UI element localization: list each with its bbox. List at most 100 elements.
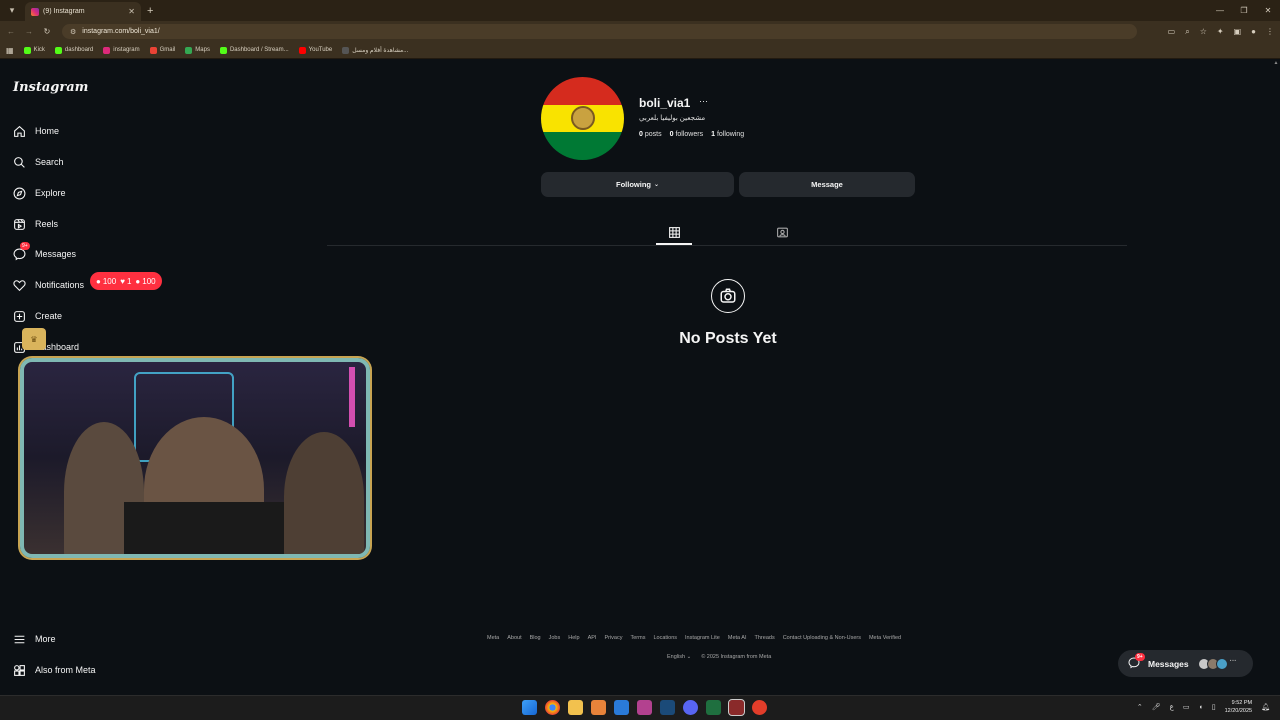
footer-link[interactable]: Contact Uploading & Non-Users xyxy=(783,635,861,641)
battery-icon[interactable]: ▯ xyxy=(1212,703,1216,711)
clock-date: 12/20/2025 xyxy=(1224,708,1253,714)
chrome-icon[interactable] xyxy=(545,700,560,715)
notification-bell-icon[interactable]: 🔔︎ xyxy=(1261,703,1270,711)
message-button[interactable]: Message xyxy=(739,172,915,197)
instagram-logo[interactable]: Instagram xyxy=(13,80,88,95)
followers-stat[interactable]: 0 followers xyxy=(670,131,703,138)
windows-start-icon[interactable] xyxy=(522,700,537,715)
close-tab-icon[interactable]: ✕ xyxy=(128,7,135,16)
profile-icon[interactable]: ● xyxy=(1251,27,1256,37)
footer-link[interactable]: Privacy xyxy=(604,635,622,641)
volume-icon[interactable]: ◖ xyxy=(1198,704,1202,711)
extension-icon[interactable]: ✦ xyxy=(1217,27,1224,37)
new-tab-icon[interactable]: + xyxy=(147,5,153,17)
bookmark-label: Gmail xyxy=(159,47,176,53)
microphone-icon[interactable]: 🎤︎ xyxy=(1152,703,1161,711)
bookmark-maps[interactable]: Maps xyxy=(185,46,210,54)
minimize-icon[interactable]: — xyxy=(1208,0,1232,21)
sidebar-item-create[interactable]: Create xyxy=(12,306,62,326)
sidebar-item-more[interactable]: More xyxy=(12,629,56,649)
bookmark-gmail[interactable]: Gmail xyxy=(149,46,176,54)
sidebar-item-label: Reels xyxy=(35,219,59,229)
bookmark-instagram[interactable]: instagram xyxy=(103,46,140,54)
profile-avatar[interactable] xyxy=(541,77,624,160)
footer-link[interactable]: Meta AI xyxy=(728,635,747,641)
bookmark-stream-dashboard[interactable]: Dashboard / Stream... xyxy=(219,46,289,54)
sidebar-item-label: Create xyxy=(35,311,63,321)
sidebar-item-notifications[interactable]: Notifications xyxy=(12,275,84,295)
footer-link[interactable]: Terms xyxy=(630,635,645,641)
sidebar-item-label: Also from Meta xyxy=(35,665,96,675)
discord-icon[interactable] xyxy=(683,700,698,715)
bookmark-dashboard[interactable]: dashboard xyxy=(54,46,93,54)
bookmark-kick[interactable]: Kick xyxy=(23,46,45,54)
reels-icon xyxy=(12,217,26,231)
address-bar[interactable]: ⚙ instagram.com/boli_via1/ xyxy=(62,24,1137,39)
site-icon xyxy=(342,46,350,54)
extensions-puzzle-icon[interactable]: ▣ xyxy=(1234,27,1242,37)
footer-link[interactable]: About xyxy=(507,635,521,641)
app-icon[interactable] xyxy=(706,700,721,715)
cast-icon[interactable]: ▭ xyxy=(1168,27,1176,37)
network-icon[interactable]: ▭ xyxy=(1183,703,1190,711)
heart-icon: ♥ xyxy=(120,276,125,286)
footer-link[interactable]: Jobs xyxy=(549,635,561,641)
sidebar-item-messages[interactable]: 9+ Messages xyxy=(12,242,76,264)
sidebar-item-also-from-meta[interactable]: Also from Meta xyxy=(12,660,96,680)
clock[interactable]: 9:52 PM 12/20/2025 xyxy=(1225,699,1253,715)
app-icon[interactable] xyxy=(614,700,629,715)
neon-light-decoration xyxy=(349,367,355,427)
comments-count-value: 100 xyxy=(102,276,117,286)
footer-link[interactable]: Blog xyxy=(530,635,541,641)
following-button[interactable]: Following ⌄ xyxy=(541,172,734,197)
restore-icon[interactable]: ❐ xyxy=(1232,0,1256,21)
bookmark-movies[interactable]: مشاهدة أفلام ومسل... xyxy=(342,46,408,54)
footer-link[interactable]: Meta xyxy=(487,635,499,641)
tab-search-icon[interactable]: ▾ xyxy=(3,3,21,19)
footer-link[interactable]: Threads xyxy=(755,635,775,641)
app-icon[interactable] xyxy=(752,700,767,715)
scroll-up-icon[interactable]: ▲ xyxy=(1272,60,1280,66)
language-select[interactable]: English ⌄ xyxy=(667,654,691,660)
following-stat[interactable]: 1 following xyxy=(711,131,744,138)
search-icon xyxy=(12,155,26,169)
input-language[interactable]: ع xyxy=(1170,703,1174,711)
sidebar-item-reels[interactable]: Reels xyxy=(12,214,58,234)
following-label: following xyxy=(716,131,745,138)
tagged-posts-icon[interactable] xyxy=(776,226,789,239)
footer-link[interactable]: Help xyxy=(568,635,579,641)
back-icon[interactable]: ← xyxy=(4,27,18,36)
scrollbar[interactable]: ▲ xyxy=(1272,60,1280,695)
bookmark-youtube[interactable]: YouTube xyxy=(298,46,332,54)
follows-count-value: 100 xyxy=(142,276,156,286)
footer-link[interactable]: API xyxy=(588,635,597,641)
app-icon[interactable] xyxy=(728,699,745,716)
file-explorer-icon[interactable] xyxy=(568,700,583,715)
footer-link[interactable]: Instagram Lite xyxy=(685,635,720,641)
tray-overflow-icon[interactable]: ⌃ xyxy=(1137,703,1143,711)
footer-link[interactable]: Locations xyxy=(653,635,677,641)
sidebar-item-search[interactable]: Search xyxy=(12,152,64,172)
app-icon[interactable] xyxy=(637,700,652,715)
steam-icon[interactable] xyxy=(660,700,675,715)
profile-options-icon[interactable]: ··· xyxy=(699,96,708,106)
grid-posts-icon[interactable] xyxy=(668,226,681,239)
zoom-icon[interactable]: ⌕ xyxy=(1185,27,1189,37)
forward-icon[interactable]: → xyxy=(22,27,36,36)
footer-link[interactable]: Meta Verified xyxy=(869,635,901,641)
close-window-icon[interactable]: ✕ xyxy=(1256,0,1280,21)
browser-tab[interactable]: (9) Instagram ✕ xyxy=(25,2,141,21)
floating-messages-button[interactable]: 9+ Messages ··· xyxy=(1118,650,1253,677)
floating-messages-label: Messages xyxy=(1148,658,1189,669)
site-info-icon[interactable]: ⚙ xyxy=(70,28,76,36)
reload-icon[interactable]: ↻ xyxy=(40,27,54,36)
app-icon[interactable] xyxy=(591,700,606,715)
apps-grid-icon[interactable]: ▦ xyxy=(6,46,14,55)
url-text: instagram.com/boli_via1/ xyxy=(82,28,160,35)
notification-counts-pill[interactable]: ● 100 ♥ 1 ● 100 xyxy=(90,272,162,290)
instagram-icon xyxy=(103,46,111,54)
sidebar-item-explore[interactable]: Explore xyxy=(12,183,66,203)
bookmark-star-icon[interactable]: ☆ xyxy=(1200,27,1207,37)
menu-dots-icon[interactable]: ⋮ xyxy=(1266,27,1274,37)
sidebar-item-home[interactable]: Home xyxy=(12,121,59,141)
